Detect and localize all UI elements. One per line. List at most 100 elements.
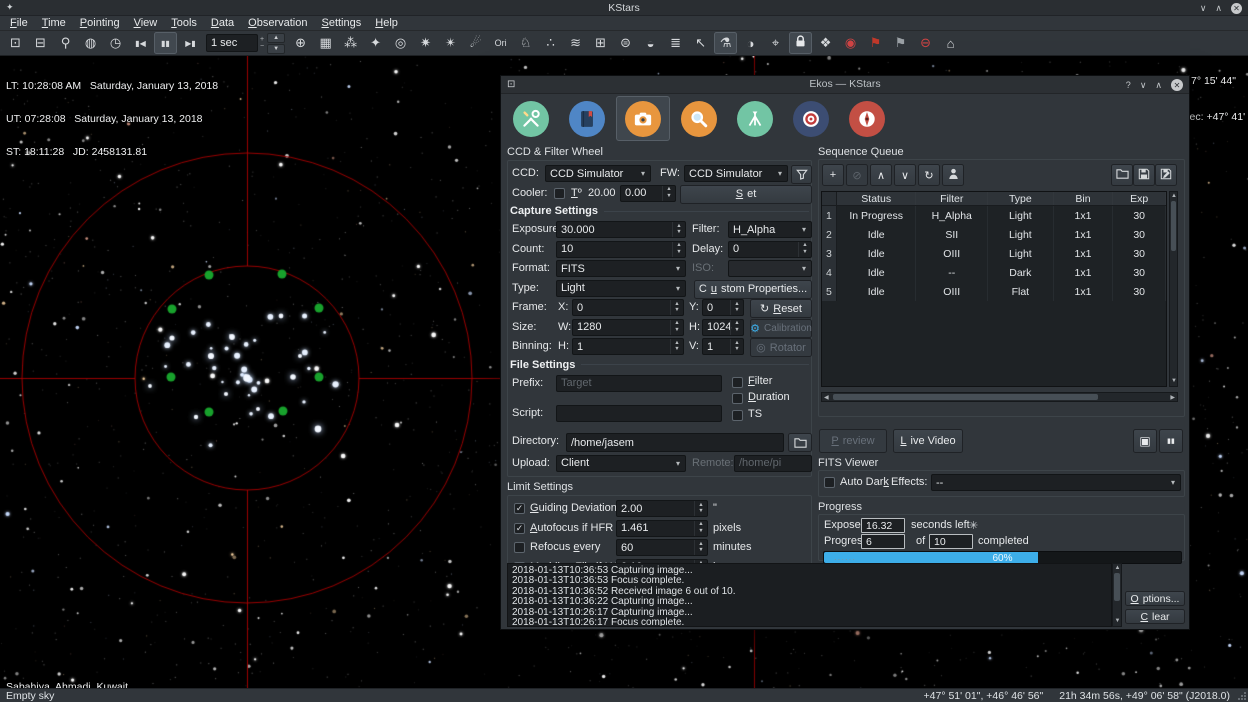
toggle-ground-button[interactable]: ◒ [639,32,662,54]
toggle-comets-button[interactable]: ☄ [464,32,487,54]
center-telescope-button[interactable]: ⌖ [764,32,787,54]
tab-setup[interactable] [504,96,558,141]
display-in-fits-viewer-button[interactable]: ▣ [1133,429,1157,453]
upload-combo[interactable]: Client▾ [556,455,686,472]
column-header-type[interactable]: Type [988,192,1054,205]
tab-guide[interactable] [840,96,894,141]
browse-directory-button[interactable] [788,433,812,452]
add-flag-button[interactable]: ⚑ [864,32,887,54]
sequence-row[interactable]: 5IdleOIIIFlat1x130 [822,282,1166,301]
toggle-satellites-button[interactable]: ✴ [439,32,462,54]
tab-capture[interactable] [616,96,670,141]
frame-y-spinbox[interactable]: 0▲▼ [702,299,744,316]
fit-view-button[interactable]: ⊡ [4,32,27,54]
toggle-solar-system-button[interactable]: ◎ [389,32,412,54]
prefix-input[interactable]: Target [556,375,722,392]
time-step-forward-button[interactable]: ▶▮ [179,32,202,54]
toggle-supernovae-button[interactable]: ✷ [414,32,437,54]
exposure-spinbox[interactable]: 30.000▲▼ [556,221,686,238]
ekos-close-button[interactable]: ✕ [1171,79,1183,91]
cooler-checkbox[interactable] [554,188,565,199]
ekos-maximize-button[interactable]: ∧ [1155,80,1162,91]
time-pause-button[interactable]: ▮▮ [154,32,177,54]
tab-align[interactable] [784,96,838,141]
autofocus-hfr-checkbox[interactable]: ✓ [514,523,525,534]
script-input[interactable] [556,405,722,422]
duration-suffix-checkbox[interactable] [732,393,743,404]
live-video-button[interactable]: Live Video [893,429,963,453]
binning-h-spinbox[interactable]: 1▲▼ [572,338,684,355]
toggle-horizontal-grid-button[interactable]: ⊜ [614,32,637,54]
add-job-button[interactable]: + [822,164,844,186]
menu-data[interactable]: Data [204,16,241,31]
window-close-button[interactable]: ✕ [1231,3,1242,14]
tab-focus[interactable] [672,96,726,141]
column-header-status[interactable]: Status [837,192,917,205]
sequence-row[interactable]: 3IdleOIIILight1x130 [822,244,1166,263]
size-w-spinbox[interactable]: 1280▲▼ [572,319,684,336]
frame-x-spinbox[interactable]: 0▲▼ [572,299,684,316]
size-h-spinbox[interactable]: 1024▲▼ [702,319,744,336]
type-combo[interactable]: Light▾ [556,280,686,297]
resize-grip[interactable] [1238,692,1246,700]
sequence-row[interactable]: 4Idle--Dark1x130 [822,263,1166,282]
open-sequence-button[interactable] [1111,164,1133,186]
ts-suffix-checkbox[interactable] [732,410,743,421]
filter-combo[interactable]: H_Alpha▾ [728,221,812,238]
options-button[interactable]: Options... [1125,591,1185,606]
ekos-minimize-button[interactable]: ∨ [1140,80,1147,91]
refocus-every-checkbox[interactable] [514,542,525,553]
find-object-button[interactable]: ⚲ [54,32,77,54]
guiding-deviation-spinbox[interactable]: 2.00▲▼ [616,500,708,517]
log-scrollbar[interactable]: ▲ ▼ [1112,563,1122,627]
set-time-button[interactable]: ◷ [104,32,127,54]
toggle-equatorial-grid-button[interactable]: ⊞ [589,32,612,54]
time-step-plus-minus[interactable]: +− [260,36,264,50]
list-flags-button[interactable]: ⚑ [889,32,912,54]
sequence-vertical-scrollbar[interactable]: ▲ ▼ [1169,191,1178,387]
observation-indicator-button[interactable]: ◉ [839,32,862,54]
format-combo[interactable]: FITS▾ [556,260,686,277]
refocus-every-spinbox[interactable]: 60▲▼ [616,539,708,556]
move-job-up-button[interactable]: ∧ [870,164,892,186]
night-colors-button[interactable]: ◑ [739,32,762,54]
clear-button[interactable]: Clear [1125,609,1185,624]
window-maximize-button[interactable]: ∧ [1215,0,1222,16]
set-geolocation-button[interactable]: ◍ [79,32,102,54]
dome-control-button[interactable]: ⌂ [939,32,962,54]
set-temperature-button[interactable]: Set [680,185,812,204]
toggle-constellation-names-button[interactable]: Ori [489,32,512,54]
filter-suffix-checkbox[interactable] [732,377,743,388]
guiding-deviation-checkbox[interactable]: ✓ [514,503,525,514]
whats-interesting-button[interactable]: ≣ [664,32,687,54]
time-step-arrows[interactable]: ▲▼ [267,33,285,54]
column-header-exp[interactable]: Exp [1113,192,1166,205]
remove-trail-button[interactable]: ⊖ [914,32,937,54]
menu-observation[interactable]: Observation [241,16,314,31]
filter-manager-button[interactable] [791,165,812,184]
delay-spinbox[interactable]: 0▲▼ [728,241,812,258]
pointing-focus-button[interactable]: ⊕ [289,32,312,54]
observer-button[interactable] [942,164,964,186]
log-box[interactable]: 2018-01-13T10:36:53 Capturing image...20… [507,563,1112,627]
menu-time[interactable]: Time [35,16,73,31]
column-header-bin[interactable]: Bin [1054,192,1114,205]
lock-position-button[interactable] [789,32,812,54]
effects-combo[interactable]: --▾ [931,474,1181,491]
autofocus-hfr-spinbox[interactable]: 1.461▲▼ [616,520,708,537]
menu-view[interactable]: View [127,16,165,31]
menu-help[interactable]: Help [368,16,405,31]
window-titlebar[interactable]: ✦ KStars ∨ ∧ ✕ [0,0,1248,16]
time-step-back-button[interactable]: ▮◀ [129,32,152,54]
sequence-table[interactable]: StatusFilterTypeBinExp1In ProgressH_Alph… [821,191,1167,387]
menu-file[interactable]: File [3,16,35,31]
custom-properties-button[interactable]: Custom Properties... [694,280,812,299]
sequence-horizontal-scrollbar[interactable]: ◀ ▶ [821,392,1178,402]
save-sequence-button[interactable] [1133,164,1155,186]
menu-tools[interactable]: Tools [164,16,204,31]
menu-pointing[interactable]: Pointing [73,16,127,31]
sequence-row[interactable]: 1In ProgressH_AlphaLight1x130 [822,206,1166,225]
menu-settings[interactable]: Settings [314,16,368,31]
toggle-milky-way-button[interactable]: ≋ [564,32,587,54]
count-spinbox[interactable]: 10▲▼ [556,241,686,258]
